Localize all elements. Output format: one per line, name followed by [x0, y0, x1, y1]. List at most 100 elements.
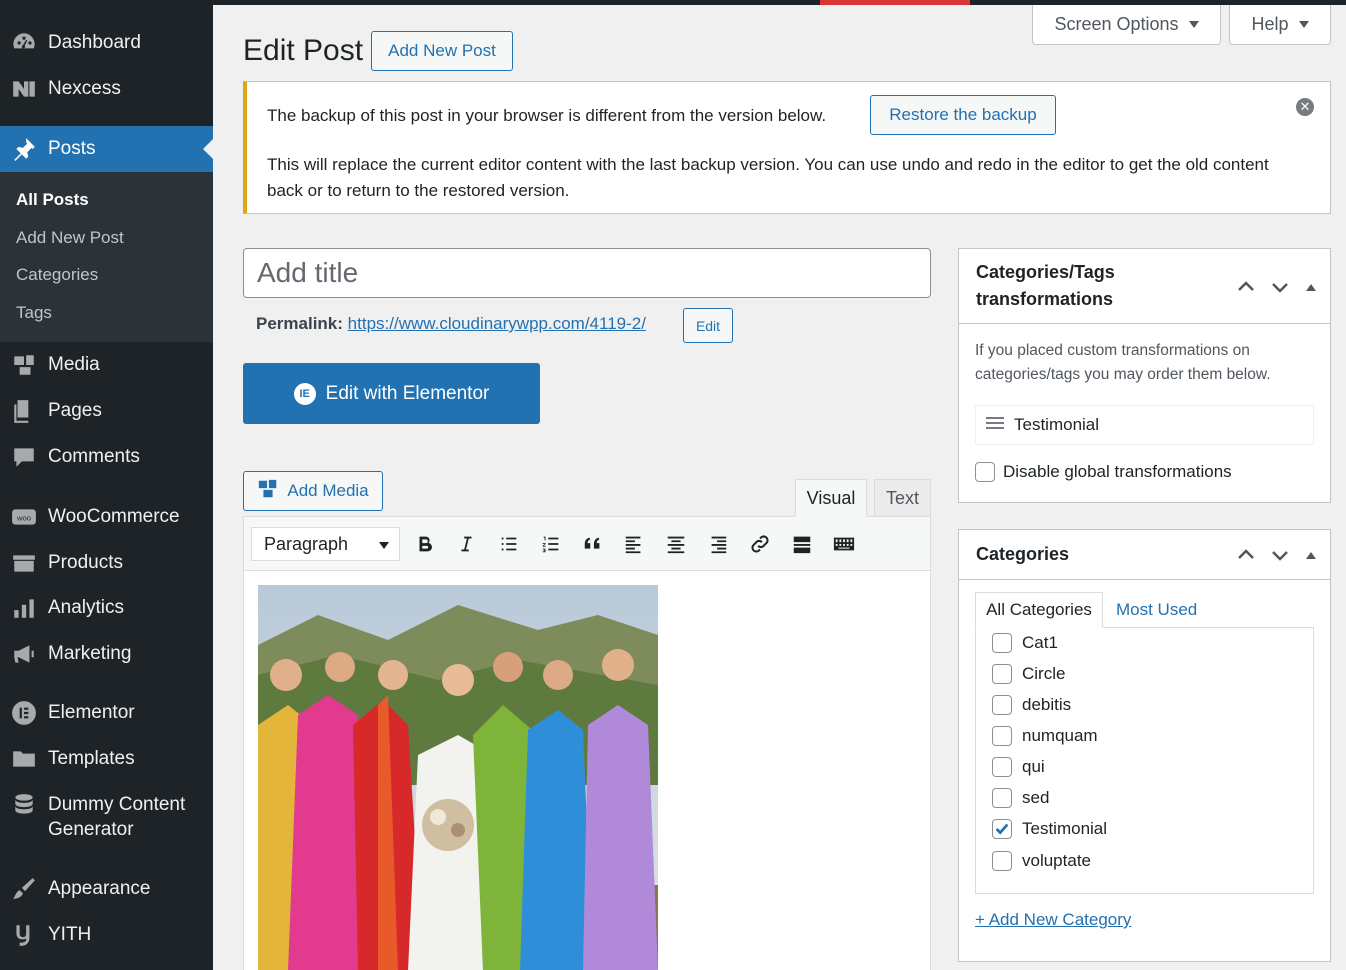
add-new-category-link[interactable]: + Add New Category [975, 910, 1131, 930]
category-row[interactable]: voluptate [992, 851, 1091, 871]
category-row[interactable]: numquam [992, 726, 1098, 746]
collapse-toggle-icon[interactable] [1306, 551, 1316, 559]
category-row[interactable]: sed [992, 788, 1049, 808]
brush-icon [0, 876, 48, 902]
category-label: Cat1 [1022, 633, 1058, 652]
sidebar-item-label: Nexcess [48, 78, 121, 99]
submenu-all-posts[interactable]: All Posts [16, 190, 89, 210]
elementor-icon [0, 700, 48, 726]
sidebar-item-products[interactable]: Products [0, 540, 213, 586]
sidebar-item-analytics[interactable]: Analytics [0, 585, 213, 631]
close-icon[interactable]: ✕ [1296, 98, 1314, 116]
sidebar-item-elementor[interactable]: Elementor [0, 690, 213, 736]
sidebar-item-dashboard[interactable]: Dashboard [0, 20, 213, 66]
panel-controls [1234, 543, 1316, 567]
category-row[interactable]: Circle [992, 664, 1065, 684]
screen-options-label: Screen Options [1054, 14, 1179, 34]
move-up-icon[interactable] [1234, 543, 1258, 567]
insert-link-button[interactable] [746, 530, 774, 558]
category-checkbox[interactable] [992, 788, 1012, 808]
sidebar-item-pages[interactable]: Pages [0, 388, 213, 434]
category-checkbox[interactable] [992, 633, 1012, 653]
category-row[interactable]: Cat1 [992, 633, 1058, 653]
transformations-panel-title: Categories/Tags transformations [976, 259, 1115, 313]
move-down-icon[interactable] [1268, 543, 1292, 567]
sidebar-item-marketing[interactable]: Marketing [0, 631, 213, 677]
category-checkbox-checked[interactable] [992, 819, 1012, 839]
move-up-icon[interactable] [1234, 275, 1258, 299]
help-button[interactable]: Help [1229, 5, 1331, 45]
sidebar-item-media[interactable]: Media [0, 342, 213, 388]
sidebar-item-posts[interactable]: Posts [0, 126, 213, 172]
category-checkbox[interactable] [992, 757, 1012, 777]
products-icon [0, 550, 48, 576]
screen-options-button[interactable]: Screen Options [1032, 5, 1221, 45]
permalink-link[interactable]: https://www.cloudinarywpp.com/4119-2/ [348, 314, 646, 333]
format-select[interactable]: Paragraph [251, 527, 400, 561]
posts-submenu: All Posts Add New Post Categories Tags [0, 172, 213, 342]
align-right-button[interactable] [704, 530, 732, 558]
restore-backup-button[interactable]: Restore the backup [870, 95, 1056, 135]
blockquote-button[interactable] [579, 530, 607, 558]
bold-button[interactable] [411, 530, 439, 558]
elementor-button-label: Edit with Elementor [325, 382, 490, 404]
category-row[interactable]: debitis [992, 695, 1071, 715]
sidebar-item-label: Pages [48, 400, 102, 421]
collapse-toggle-icon[interactable] [1306, 283, 1316, 291]
sidebar-item-templates[interactable]: Templates [0, 736, 213, 782]
link-icon [751, 535, 769, 553]
sidebar-item-yith[interactable]: YITH [0, 912, 213, 958]
read-more-button[interactable] [788, 530, 816, 558]
editor-content-area[interactable] [243, 570, 931, 970]
sidebar-item-dummy-content[interactable]: Dummy Content Generator [0, 784, 213, 848]
sidebar-item-woocommerce[interactable]: woo WooCommerce [0, 494, 213, 540]
disable-global-label: Disable global transformations [1003, 462, 1232, 481]
toolbar-toggle-button[interactable] [830, 530, 858, 558]
sidebar-item-nexcess[interactable]: Nexcess [0, 66, 213, 112]
tab-most-used[interactable]: Most Used [1116, 592, 1197, 628]
permalink-edit-button[interactable]: Edit [683, 308, 733, 343]
align-right-icon [711, 536, 727, 554]
category-checkbox[interactable] [992, 851, 1012, 871]
disable-global-checkbox[interactable] [975, 462, 995, 482]
tab-all-categories[interactable]: All Categories [975, 592, 1103, 628]
category-checkbox[interactable] [992, 664, 1012, 684]
align-left-icon [625, 536, 641, 554]
sidebar-item-label: Templates [48, 748, 135, 769]
database-icon [0, 792, 48, 818]
italic-icon [461, 536, 472, 552]
category-row[interactable]: Testimonial [992, 819, 1107, 839]
post-title-input[interactable] [243, 248, 931, 298]
sidebar-item-comments[interactable]: Comments [0, 434, 213, 480]
sidebar-item-appearance[interactable]: Appearance [0, 866, 213, 912]
submenu-categories[interactable]: Categories [16, 265, 98, 285]
panel-title-line1: Categories/Tags [976, 262, 1115, 282]
category-row[interactable]: qui [992, 757, 1045, 777]
align-left-button[interactable] [620, 530, 648, 558]
numbered-list-button[interactable] [537, 530, 565, 558]
current-menu-arrow [203, 139, 213, 159]
sidebar-item-label: Posts [48, 138, 96, 159]
submenu-tags[interactable]: Tags [16, 303, 52, 323]
submenu-add-new-post[interactable]: Add New Post [16, 228, 124, 248]
transformation-item[interactable]: Testimonial [975, 405, 1314, 445]
add-new-post-button[interactable]: Add New Post [371, 31, 513, 71]
edit-with-elementor-button[interactable]: IE Edit with Elementor [243, 363, 540, 424]
align-center-button[interactable] [662, 530, 690, 558]
keyboard-icon [833, 537, 855, 551]
drag-handle-icon[interactable] [986, 415, 1004, 435]
move-down-icon[interactable] [1268, 275, 1292, 299]
sidebar-item-label: Dummy Content Generator [48, 792, 185, 842]
sidebar-item-label: Comments [48, 446, 140, 467]
bridesmaids-photo [258, 585, 658, 970]
italic-button[interactable] [452, 530, 480, 558]
bullet-list-button[interactable] [495, 530, 523, 558]
category-checkbox[interactable] [992, 726, 1012, 746]
tab-text[interactable]: Text [874, 479, 931, 517]
numbered-list-icon [542, 536, 559, 553]
permalink-row: Permalink: https://www.cloudinarywpp.com… [256, 314, 646, 334]
post-image[interactable] [258, 585, 658, 970]
tab-visual[interactable]: Visual [795, 479, 867, 517]
add-media-button[interactable]: Add Media [243, 471, 383, 511]
category-checkbox[interactable] [992, 695, 1012, 715]
